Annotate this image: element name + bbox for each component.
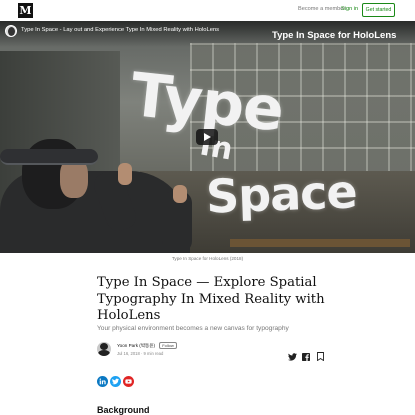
scene-text-space: Space [205, 164, 358, 224]
scene-bench [230, 239, 410, 247]
article-title: Type In Space — Explore Spatial Typograp… [97, 275, 325, 323]
twitter-icon[interactable] [288, 348, 297, 366]
youtube-icon[interactable] [123, 376, 134, 387]
sign-in-link[interactable]: Sign in [341, 6, 358, 12]
author-name[interactable]: Yoon Park (박동윤) [117, 343, 155, 349]
linkedin-icon[interactable] [97, 376, 108, 387]
channel-avatar[interactable] [5, 25, 17, 37]
follow-button[interactable]: Follow [159, 341, 177, 349]
become-member-link[interactable]: Become a member [298, 6, 345, 12]
top-nav-bar: M Become a member Sign in Get started [0, 0, 415, 21]
embedded-video[interactable]: Type In Space Type In Space - Lay out an… [0, 21, 415, 253]
video-overlay-title: Type In Space for HoloLens [272, 30, 397, 41]
get-started-button[interactable]: Get started [362, 3, 395, 17]
play-icon [204, 133, 211, 141]
hololens-headset [0, 149, 98, 165]
author-avatar[interactable] [97, 342, 111, 356]
bookmark-icon[interactable] [317, 348, 324, 366]
facebook-icon[interactable] [302, 348, 310, 366]
play-button[interactable] [196, 129, 218, 145]
video-caption: Type In Space for HoloLens (2018) [171, 256, 244, 261]
article-meta: Jul 16, 2018 · 9 min read [117, 351, 164, 356]
article-subtitle: Your physical environment becomes a new … [97, 325, 289, 332]
twitter-icon[interactable] [110, 376, 121, 387]
medium-logo[interactable]: M [18, 3, 33, 18]
video-title-link[interactable]: Type In Space - Lay out and Experience T… [21, 27, 219, 33]
section-heading: Background [97, 405, 150, 415]
